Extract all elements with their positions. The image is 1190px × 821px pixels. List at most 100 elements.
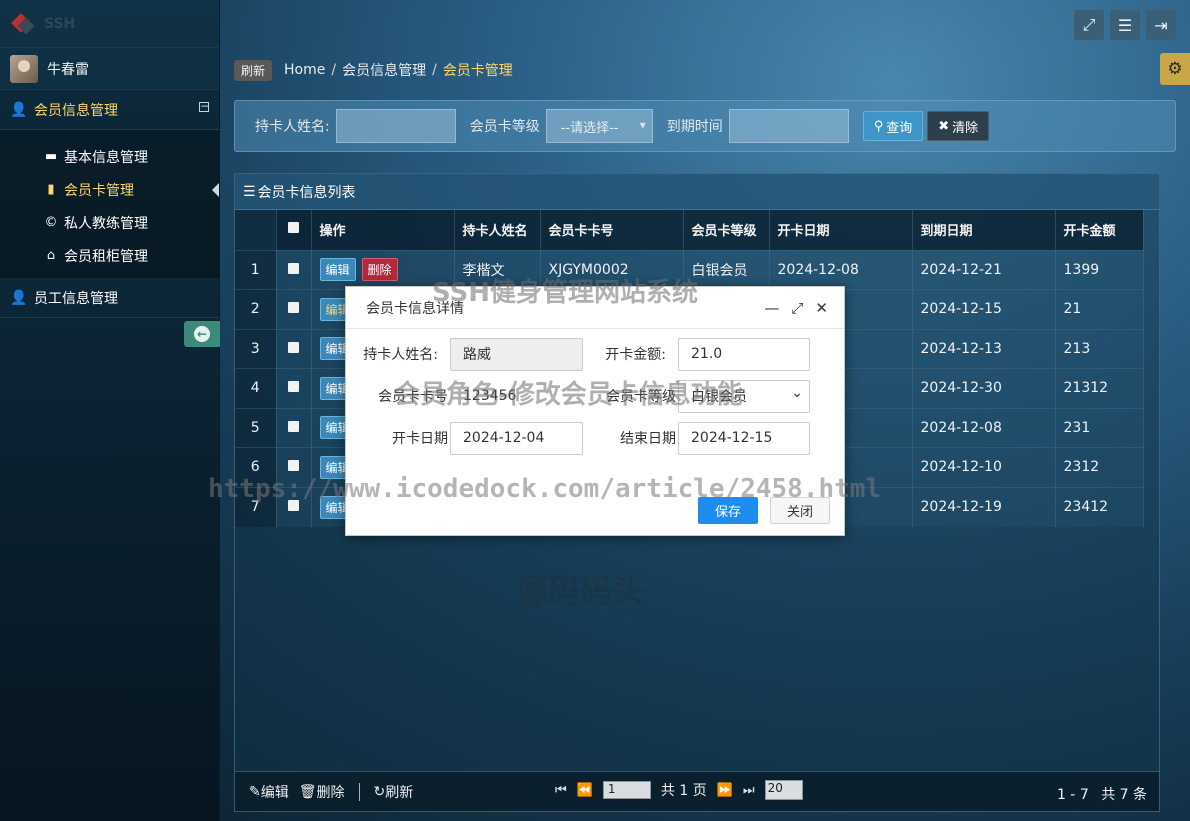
select-all-checkbox[interactable]	[288, 222, 299, 233]
expire-date-input[interactable]	[729, 109, 849, 143]
page-size-select[interactable]: 20	[765, 780, 803, 800]
row-select-cell[interactable]	[276, 250, 311, 290]
dialog-card-input[interactable]: 123456	[450, 380, 583, 413]
row-checkbox[interactable]	[288, 381, 299, 392]
cell-end-date: 2024-12-21	[912, 250, 1055, 290]
start-date-row: 开卡日期 2024-12-04	[362, 421, 583, 455]
amount-row: 开卡金额: 21.0	[590, 337, 810, 371]
footer-delete-button[interactable]: 🗑 删除	[299, 782, 345, 802]
query-button-label: 查询	[886, 117, 912, 136]
col-holder-name[interactable]: 持卡人姓名	[454, 210, 540, 250]
col-card-level[interactable]: 会员卡等级	[683, 210, 769, 250]
dialog-start-label: 开卡日期	[362, 428, 448, 448]
col-end-date[interactable]: 到期日期	[912, 210, 1055, 250]
row-checkbox[interactable]	[288, 500, 299, 511]
dialog-header[interactable]: 会员卡信息详情 — ⤢ ✕	[346, 287, 844, 329]
first-page-icon[interactable]: ⏮	[555, 783, 567, 798]
crumb-home[interactable]: Home	[284, 62, 325, 78]
cell-holder-name: 李楷文	[454, 250, 540, 290]
fullscreen-button[interactable]: ⤢	[1074, 10, 1104, 40]
footer-delete-label: 删除	[317, 782, 345, 802]
sidebar-item-trainer[interactable]: © 私人教练管理	[0, 206, 219, 239]
row-checkbox[interactable]	[288, 342, 299, 353]
col-start-date[interactable]: 开卡日期	[769, 210, 912, 250]
table-row[interactable]: 1编辑删除李楷文XJGYM0002白银会员2024-12-082024-12-2…	[235, 250, 1143, 290]
total-pages: 共 1 页	[661, 780, 707, 800]
sidebar-collapse-button[interactable]: ←	[184, 321, 220, 347]
dialog-end-input[interactable]: 2024-12-15	[678, 422, 810, 455]
cell-end-date: 2024-12-15	[912, 290, 1055, 330]
collapse-icon[interactable]: −	[199, 102, 209, 112]
select-all-header[interactable]	[276, 210, 311, 250]
row-number: 2	[235, 290, 276, 330]
submenu: ▬ 基本信息管理 ▮ 会员卡管理 © 私人教练管理 ⌂ 会员租柜管理	[0, 130, 219, 278]
sidebar-group-label: 会员信息管理	[34, 100, 118, 120]
save-button[interactable]: 保存	[698, 497, 758, 524]
user-panel[interactable]: 牛春雷	[0, 48, 219, 90]
user-icon: 👤	[10, 102, 26, 118]
row-select-cell[interactable]	[276, 408, 311, 448]
cell-end-date: 2024-12-10	[912, 448, 1055, 488]
close-icon[interactable]: ✕	[815, 299, 828, 317]
row-checkbox[interactable]	[288, 421, 299, 432]
clear-button[interactable]: ✖ 清除	[927, 111, 989, 141]
cell-amount: 21312	[1055, 369, 1143, 409]
settings-button[interactable]: ⚙	[1160, 53, 1190, 85]
row-delete-button[interactable]: 删除	[362, 258, 398, 281]
row-select-cell[interactable]	[276, 487, 311, 527]
expire-date-label: 到期时间	[667, 116, 723, 136]
dialog-start-input[interactable]: 2024-12-04	[450, 422, 583, 455]
crumb-member-info[interactable]: 会员信息管理	[342, 60, 426, 80]
sidebar-group-member[interactable]: 👤 会员信息管理 −	[0, 90, 219, 130]
top-toolbar: ⤢ ☰ ⇥	[1074, 10, 1176, 40]
cell-end-date: 2024-12-30	[912, 369, 1055, 409]
user-icon: 👤	[10, 290, 26, 306]
page-input[interactable]: 1	[603, 781, 651, 799]
dialog-amount-label: 开卡金额:	[590, 344, 666, 364]
edit-icon: ✎	[249, 784, 261, 800]
list-icon: ☰	[243, 184, 256, 200]
row-number: 6	[235, 448, 276, 488]
next-page-icon[interactable]: ⏩	[717, 783, 733, 798]
row-select-cell[interactable]	[276, 369, 311, 409]
grid-footer: ✎ 编辑 🗑 删除 ↻ 刷新 ⏮ ⏪ 1 共 1 页 ⏩ ⏭ 20 1 - 7 …	[235, 771, 1159, 811]
close-button[interactable]: 关闭	[770, 497, 830, 524]
footer-edit-button[interactable]: ✎ 编辑	[249, 782, 289, 802]
row-checkbox[interactable]	[288, 302, 299, 313]
card-level-select[interactable]: --请选择--	[546, 109, 653, 143]
menu-button[interactable]: ☰	[1110, 10, 1140, 40]
sidebar-item-member-card[interactable]: ▮ 会员卡管理	[0, 173, 219, 206]
sidebar-group-staff[interactable]: 👤 员工信息管理	[0, 278, 219, 318]
logout-button[interactable]: ⇥	[1146, 10, 1176, 40]
prev-page-icon[interactable]: ⏪	[577, 783, 593, 798]
row-number: 1	[235, 250, 276, 290]
row-edit-button[interactable]: 编辑	[320, 258, 356, 281]
col-card-number[interactable]: 会员卡卡号	[540, 210, 683, 250]
dialog-card-label: 会员卡卡号	[362, 386, 448, 406]
minimize-icon[interactable]: —	[764, 299, 779, 317]
col-amount[interactable]: 开卡金额	[1055, 210, 1143, 250]
crumb-separator: /	[331, 62, 336, 78]
row-select-cell[interactable]	[276, 448, 311, 488]
clear-button-label: 清除	[952, 117, 978, 136]
sidebar-item-locker[interactable]: ⌂ 会员租柜管理	[0, 239, 219, 272]
holder-name-input[interactable]	[336, 109, 456, 143]
row-select-cell[interactable]	[276, 329, 311, 369]
last-page-icon[interactable]: ⏭	[743, 783, 755, 798]
logo[interactable]: SSH	[0, 0, 219, 48]
maximize-icon[interactable]: ⤢	[791, 299, 803, 317]
crumb-current: 会员卡管理	[443, 60, 513, 80]
row-checkbox[interactable]	[288, 263, 299, 274]
dialog-holder-input[interactable]: 路威	[450, 338, 583, 371]
dialog-level-select[interactable]: 白银会员	[678, 380, 810, 413]
refresh-badge[interactable]: 刷新	[234, 60, 272, 81]
sidebar-item-label: 私人教练管理	[64, 213, 148, 233]
query-button[interactable]: ⚲ 查询	[863, 111, 924, 141]
row-checkbox[interactable]	[288, 460, 299, 471]
footer-refresh-button[interactable]: ↻ 刷新	[374, 782, 414, 802]
card-detail-dialog: 会员卡信息详情 — ⤢ ✕ 持卡人姓名: 路威 开卡金额: 21.0 会员卡卡号…	[345, 286, 845, 536]
dialog-amount-input[interactable]: 21.0	[678, 338, 810, 371]
dialog-title: 会员卡信息详情	[366, 298, 464, 318]
sidebar-item-basic-info[interactable]: ▬ 基本信息管理	[0, 140, 219, 173]
row-select-cell[interactable]	[276, 290, 311, 330]
